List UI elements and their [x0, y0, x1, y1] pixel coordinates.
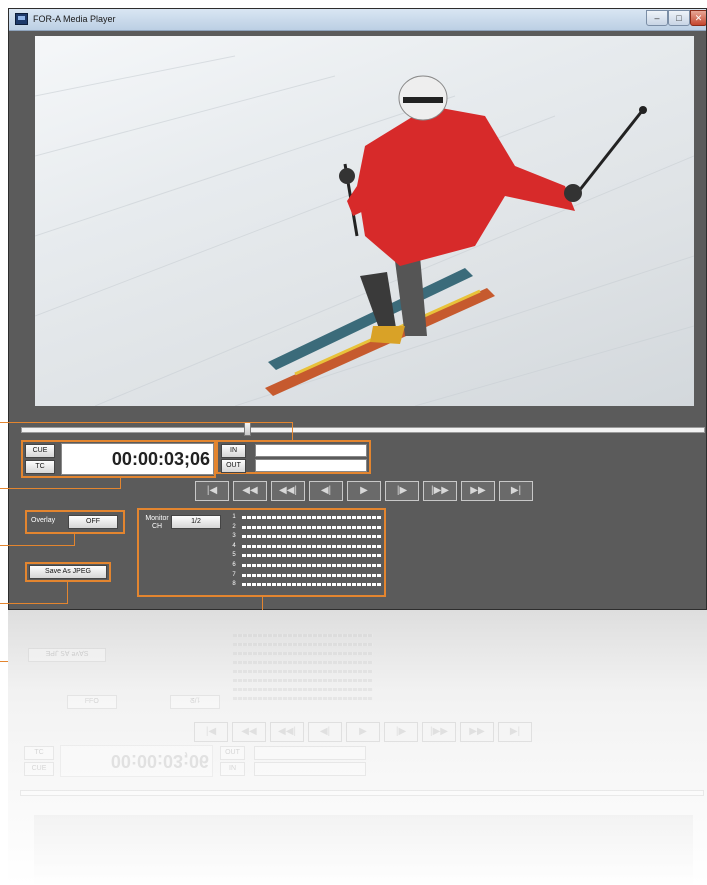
audio-channel-label: 1	[232, 514, 236, 520]
reflection-meter	[233, 643, 373, 646]
reflection-transport: ▶|	[498, 722, 532, 742]
reflection-meter	[233, 679, 373, 682]
skier-image	[35, 55, 694, 406]
reflection-transport: |▶▶	[422, 722, 456, 742]
go-to-end-button[interactable]: ▶|	[499, 481, 533, 501]
audio-level-meter	[242, 525, 382, 529]
reflection-in-button: IN	[220, 762, 245, 776]
audio-channel-label: 2	[232, 523, 236, 530]
reflection-in-field	[254, 762, 366, 776]
rewind-icon: ◀◀	[242, 485, 258, 496]
out-button[interactable]: OUT	[221, 459, 246, 473]
skip-end-icon: ▶|	[510, 485, 522, 496]
audio-channel-label: 6	[232, 562, 236, 568]
save-as-jpeg-button[interactable]: Save As JPEG	[29, 565, 107, 579]
audio-channel-label: 3	[232, 533, 236, 540]
rewind-button[interactable]: ◀◀	[233, 481, 267, 501]
step-back-fast-icon: ◀◀|	[279, 485, 297, 496]
maximize-button[interactable]: □	[668, 10, 690, 26]
go-to-start-button[interactable]: |◀	[195, 481, 229, 501]
reflection-meter	[233, 634, 373, 637]
audio-channel-label: 4	[232, 542, 236, 549]
monitor-channel-button[interactable]: 1/2	[171, 515, 221, 529]
tc-button[interactable]: TC	[25, 460, 55, 474]
audio-channel-label: 5	[232, 552, 236, 559]
reflection-out-field	[254, 746, 366, 760]
out-point-field[interactable]	[255, 459, 367, 472]
skip-start-icon: |◀	[206, 485, 218, 496]
step-forward-button[interactable]: |▶	[385, 481, 419, 501]
reflection-meter	[233, 661, 373, 664]
window-reflection: ƎԀꓩ ꓢ∀ ǝʌ∀S ᖴᖴO ᘔ/⥝ |◀ ◀◀ ◀◀| ◀| ▶ |▶ |▶…	[8, 610, 707, 885]
reflection-seek	[20, 790, 704, 796]
player-window: FOR-A Media Player – □ ✕ CUE TC 00:00:03…	[8, 8, 707, 610]
seek-bar[interactable]	[21, 427, 705, 433]
overlay-label: Overlay	[31, 517, 56, 524]
cue-button[interactable]: CUE	[25, 444, 55, 458]
reflection-meter	[233, 652, 373, 655]
audio-level-meter	[242, 535, 382, 539]
reflection-out-button: OUT	[220, 746, 245, 760]
reflection-meter	[233, 670, 373, 673]
reflection-content: ƎԀꓩ ꓢ∀ ǝʌ∀S ᖴᖴO ᘔ/⥝ |◀ ◀◀ ◀◀| ◀| ▶ |▶ |▶…	[8, 610, 707, 885]
audio-level-meter	[242, 554, 382, 558]
callout-line-timecode-drop	[120, 477, 121, 489]
audio-level-meter	[242, 544, 382, 548]
audio-level-meter	[242, 573, 382, 577]
audio-level-meter	[242, 516, 382, 519]
reflection-save-button: ƎԀꓩ ꓢ∀ ǝʌ∀S	[28, 648, 106, 662]
callout-line-timecode	[0, 488, 120, 489]
close-button[interactable]: ✕	[690, 10, 706, 26]
minimize-button[interactable]: –	[646, 10, 668, 26]
seek-thumb[interactable]	[244, 422, 251, 436]
callout-line-overlay	[0, 545, 74, 546]
reflection-transport: ▶▶	[460, 722, 494, 742]
audio-level-meter	[242, 583, 382, 587]
timecode-display: 00:00:03;06	[61, 443, 214, 475]
fast-forward-button[interactable]: ▶▶	[461, 481, 495, 501]
in-button[interactable]: IN	[221, 444, 246, 458]
callout-line-seek-drop	[292, 422, 293, 440]
reflection-transport: ◀◀|	[270, 722, 304, 742]
reflection-meter	[233, 688, 373, 691]
callout-line-overlay-drop	[74, 533, 75, 546]
reflection-transport: ▶	[346, 722, 380, 742]
monitor-ch-label: Monitor CH	[145, 515, 169, 530]
app-icon	[15, 13, 28, 25]
reflection-monitor-button: ᘔ/⥝	[170, 695, 220, 709]
play-icon: ▶	[360, 485, 368, 496]
step-back-fast-button[interactable]: ◀◀|	[271, 481, 305, 501]
video-preview	[35, 36, 694, 406]
fast-forward-icon: ▶▶	[470, 485, 486, 496]
callout-line-save-drop	[67, 581, 68, 604]
step-back-icon: ◀|	[320, 485, 332, 496]
audio-channel-label: 8	[232, 581, 236, 588]
step-back-button[interactable]: ◀|	[309, 481, 343, 501]
window-title: FOR-A Media Player	[33, 14, 116, 24]
reflection-cue-button: CUE	[24, 762, 54, 776]
reflection-transport: ◀◀	[232, 722, 266, 742]
reflection-overlay-button: ᖴᖴO	[67, 695, 117, 709]
reflection-timecode: 00:00:03;06	[60, 745, 213, 777]
play-button[interactable]: ▶	[347, 481, 381, 501]
callout-line-seek	[0, 422, 292, 423]
step-forward-icon: |▶	[396, 485, 408, 496]
reflection-video	[34, 815, 693, 885]
in-point-field[interactable]	[255, 444, 367, 457]
title-bar[interactable]: FOR-A Media Player – □ ✕	[9, 9, 706, 31]
reflection-meter	[233, 697, 373, 700]
callout-line-save	[0, 603, 67, 604]
step-forward-fast-icon: |▶▶	[431, 485, 449, 496]
reflection-transport: ◀|	[308, 722, 342, 742]
audio-level-meter	[242, 564, 382, 567]
audio-channel-label: 7	[232, 571, 236, 578]
reflection-tc-button: TC	[24, 746, 54, 760]
reflection-transport: |◀	[194, 722, 228, 742]
step-forward-fast-button[interactable]: |▶▶	[423, 481, 457, 501]
overlay-toggle-button[interactable]: OFF	[68, 515, 118, 529]
reflection-transport: |▶	[384, 722, 418, 742]
